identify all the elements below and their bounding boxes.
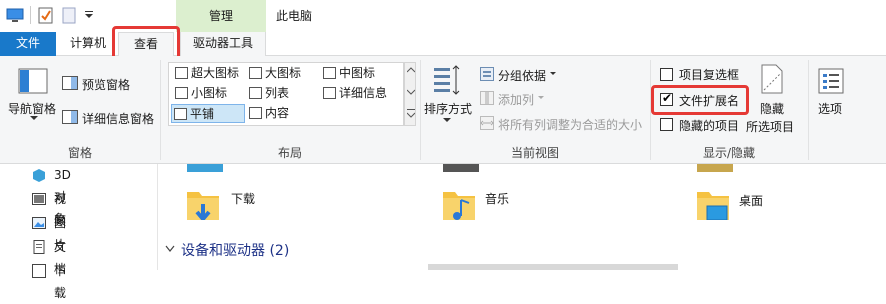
manage-label: 管理 bbox=[208, 9, 233, 23]
layout-icon bbox=[323, 87, 336, 99]
folder-item-downloads[interactable]: 下载 bbox=[181, 182, 401, 226]
layout-content[interactable]: 内容 bbox=[247, 104, 289, 123]
manage-context-band: 管理 bbox=[176, 0, 266, 32]
highlight-box-file-extensions bbox=[651, 85, 749, 115]
layout-icon bbox=[249, 87, 262, 99]
layout-gallery: 超大图标 大图标 中图标 小图标 列表 详细信息 平铺 内容 bbox=[168, 62, 404, 126]
hide-selected-items-icon bbox=[761, 64, 783, 94]
highlight-box-view-tab bbox=[112, 26, 180, 60]
layout-label: 详细信息 bbox=[339, 86, 388, 100]
item-checkboxes-label[interactable]: 项目复选框 bbox=[679, 66, 739, 83]
layout-icon bbox=[175, 87, 188, 99]
partial-folder-icon bbox=[697, 164, 733, 172]
preview-pane-button[interactable]: 预览窗格 bbox=[82, 76, 130, 93]
group-label-layout: 布局 bbox=[277, 146, 302, 160]
chevron-down-icon[interactable] bbox=[407, 89, 415, 95]
chevron-down-icon[interactable] bbox=[443, 118, 451, 123]
chevron-down-icon[interactable] bbox=[84, 11, 94, 19]
add-column-button[interactable]: 添加列 bbox=[498, 91, 534, 108]
nav-item-label: 下载 bbox=[54, 264, 67, 300]
layout-small-icons[interactable]: 小图标 bbox=[173, 84, 227, 103]
folder-label: 桌面 bbox=[739, 194, 764, 208]
layout-icon bbox=[174, 108, 187, 120]
section-header-devices[interactable]: 设备和驱动器 (2) bbox=[165, 240, 365, 260]
layout-label: 内容 bbox=[265, 106, 290, 120]
folder-item-music[interactable]: 音乐 bbox=[437, 182, 657, 226]
properties-icon[interactable] bbox=[38, 7, 54, 25]
options-button[interactable]: 选项 bbox=[818, 100, 842, 117]
computer-icon[interactable] bbox=[6, 8, 24, 24]
add-column-icon bbox=[480, 91, 494, 105]
music-folder-icon bbox=[443, 192, 475, 220]
layout-extra-large-icons[interactable]: 超大图标 bbox=[173, 64, 239, 83]
layout-details[interactable]: 详细信息 bbox=[321, 84, 387, 103]
layout-label: 超大图标 bbox=[191, 66, 240, 80]
sort-by-icon bbox=[434, 65, 460, 95]
layout-icon bbox=[249, 107, 262, 119]
chevron-down-icon[interactable] bbox=[30, 116, 38, 121]
group-by-button[interactable]: 分组依据 bbox=[498, 67, 546, 84]
layout-label: 小图标 bbox=[191, 86, 228, 100]
group-label-show-hide: 显示/隐藏 bbox=[702, 146, 756, 160]
videos-icon bbox=[32, 193, 46, 205]
hide-selected-label-line1[interactable]: 隐藏 bbox=[760, 100, 784, 117]
navigation-pane-icon bbox=[18, 68, 48, 94]
hidden-items-checkbox[interactable] bbox=[660, 118, 673, 131]
window-title: 此电脑 bbox=[276, 9, 313, 23]
horizontal-scrollbar[interactable] bbox=[428, 264, 678, 270]
layout-tiles[interactable]: 平铺 bbox=[171, 104, 245, 123]
layout-icon bbox=[175, 67, 188, 79]
downloads-folder-icon bbox=[187, 192, 219, 220]
navigation-pane: 3D 对象 视频 图片 文档 下载 bbox=[0, 164, 158, 300]
size-all-columns-button[interactable]: 将所有列调整为合适的大小 bbox=[498, 116, 642, 133]
layout-large-icons[interactable]: 大图标 bbox=[247, 64, 301, 83]
hidden-items-label[interactable]: 隐藏的项目 bbox=[679, 117, 739, 134]
layout-icon bbox=[323, 67, 336, 79]
group-by-icon bbox=[480, 67, 494, 81]
group-separator bbox=[808, 60, 809, 160]
tab-computer[interactable]: 计算机 bbox=[60, 32, 116, 56]
pictures-icon bbox=[32, 217, 46, 229]
tab-file[interactable]: 文件 bbox=[0, 32, 56, 56]
folder-label: 音乐 bbox=[485, 192, 510, 206]
layout-scrollbar[interactable] bbox=[404, 62, 416, 126]
hide-selected-label-line2[interactable]: 所选项目 bbox=[746, 118, 794, 135]
chevron-down-icon[interactable] bbox=[538, 96, 544, 100]
partial-folder-icon bbox=[187, 164, 223, 172]
layout-icon bbox=[249, 67, 262, 79]
downloads-icon bbox=[32, 264, 46, 278]
content-area: 下载 音乐 桌面 设备和驱动器 (2) bbox=[159, 164, 886, 270]
item-checkboxes-checkbox[interactable] bbox=[660, 68, 673, 81]
folder-item-desktop[interactable]: 桌面 bbox=[691, 182, 881, 226]
chevron-down-icon[interactable] bbox=[550, 72, 556, 76]
layout-label: 平铺 bbox=[190, 107, 215, 121]
folder-label: 下载 bbox=[231, 192, 256, 206]
partial-folder-icon bbox=[443, 164, 479, 172]
layout-label: 大图标 bbox=[265, 66, 302, 80]
ribbon-view: 导航窗格 预览窗格 详细信息窗格 窗格 超大图标 大图标 中图标 小图标 列表 … bbox=[0, 56, 886, 164]
layout-medium-icons[interactable]: 中图标 bbox=[321, 64, 375, 83]
details-pane-button[interactable]: 详细信息窗格 bbox=[82, 110, 154, 127]
chevron-up-icon[interactable] bbox=[407, 67, 415, 73]
navigation-pane-button[interactable]: 导航窗格 bbox=[8, 100, 56, 117]
group-label-current-view: 当前视图 bbox=[510, 146, 559, 160]
preview-pane-icon bbox=[62, 76, 78, 90]
size-columns-icon bbox=[480, 116, 494, 130]
divider bbox=[30, 6, 31, 24]
layout-list[interactable]: 列表 bbox=[247, 84, 289, 103]
details-pane-icon bbox=[62, 110, 78, 124]
options-icon bbox=[818, 68, 844, 94]
layout-label: 中图标 bbox=[339, 66, 376, 80]
group-label-panes: 窗格 bbox=[67, 146, 92, 160]
layout-label: 列表 bbox=[265, 86, 290, 100]
section-header-label: 设备和驱动器 (2) bbox=[181, 243, 290, 259]
sort-by-button[interactable]: 排序方式 bbox=[424, 100, 472, 117]
expand-gallery-icon[interactable] bbox=[407, 109, 415, 119]
chevron-down-icon[interactable] bbox=[165, 245, 175, 253]
new-folder-icon[interactable] bbox=[62, 7, 76, 25]
tab-drive-tools[interactable]: 驱动器工具 bbox=[180, 32, 266, 56]
documents-icon bbox=[33, 240, 45, 254]
desktop-folder-icon bbox=[697, 192, 729, 220]
3d-objects-icon bbox=[33, 169, 45, 182]
